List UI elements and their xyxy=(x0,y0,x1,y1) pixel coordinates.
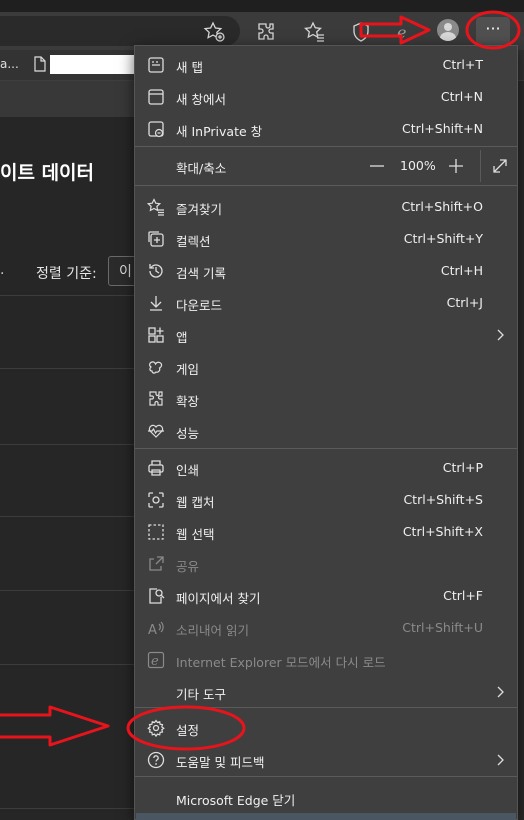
web-select-icon xyxy=(147,523,165,541)
zoom-level: 100% xyxy=(400,158,436,173)
menu-item-collections[interactable]: 컬렉션 Ctrl+Shift+Y xyxy=(135,223,517,255)
games-icon xyxy=(147,358,165,376)
page-header-bar xyxy=(0,81,136,117)
menu-item-more-tools[interactable]: 기타 도구 xyxy=(135,676,517,708)
menu-item-share[interactable]: 공유 xyxy=(135,548,517,580)
menu-item-favorites[interactable]: 즐겨찾기 Ctrl+Shift+O xyxy=(135,191,517,223)
menu-item-new-tab[interactable]: 새 탭 Ctrl+T xyxy=(135,49,517,81)
page-title: 이트 데이터 xyxy=(0,162,95,184)
menu-item-new-window[interactable]: 새 창에서 Ctrl+N xyxy=(135,81,517,113)
menu-separator xyxy=(135,776,517,777)
menu-item-help-feedback[interactable]: 도움말 및 피드백 xyxy=(135,744,517,776)
divider xyxy=(0,664,136,665)
find-icon xyxy=(147,587,165,605)
favorites-icon[interactable] xyxy=(303,20,327,44)
bookmark-item-redacted[interactable] xyxy=(50,55,136,74)
star-add-icon[interactable] xyxy=(202,20,226,44)
zoom-in-button[interactable] xyxy=(443,154,469,178)
page-icon xyxy=(33,56,47,72)
zoom-out-button[interactable] xyxy=(364,154,390,178)
menu-item-zoom: 확대/축소 100% xyxy=(135,150,517,182)
menu-item-close-edge[interactable]: Microsoft Edge 닫기 xyxy=(135,782,517,814)
more-button[interactable]: ··· xyxy=(476,17,510,45)
menu-item-performance[interactable]: 성능 xyxy=(135,415,517,447)
divider xyxy=(0,590,136,591)
divider xyxy=(0,444,136,445)
menu-item-settings[interactable]: 설정 xyxy=(135,712,517,744)
share-icon xyxy=(147,555,165,573)
menu-separator xyxy=(135,185,517,186)
menu-item-web-select[interactable]: 웹 선택 Ctrl+Shift+X xyxy=(135,516,517,548)
menu-item-extensions[interactable]: 확장 xyxy=(135,383,517,415)
divider xyxy=(0,808,136,809)
chevron-right-icon xyxy=(493,752,507,766)
menu-separator xyxy=(135,448,517,449)
menu-item-print[interactable]: 인쇄 Ctrl+P xyxy=(135,452,517,484)
menu-separator xyxy=(135,146,517,147)
avatar[interactable] xyxy=(437,19,459,41)
ie-mode-icon: e xyxy=(147,651,165,669)
edge-logo-icon[interactable]: e xyxy=(392,20,416,44)
apps-icon xyxy=(147,326,165,344)
page-text-fragment: . xyxy=(0,262,5,278)
menu-item-downloads[interactable]: 다운로드 Ctrl+J xyxy=(135,287,517,319)
new-tab-icon xyxy=(147,56,165,74)
history-icon xyxy=(147,262,165,280)
svg-text:e: e xyxy=(151,654,159,669)
extensions-icon[interactable] xyxy=(254,20,278,44)
menu-item-history[interactable]: 검색 기록 Ctrl+H xyxy=(135,255,517,287)
divider xyxy=(0,516,136,517)
menu-item-web-capture[interactable]: 웹 캡처 Ctrl+Shift+S xyxy=(135,484,517,516)
settings-icon xyxy=(147,719,165,737)
browser-essentials-icon[interactable] xyxy=(349,20,373,44)
collections-icon xyxy=(147,230,165,248)
divider xyxy=(0,295,136,296)
extensions-icon xyxy=(147,390,165,408)
download-icon xyxy=(147,294,165,312)
read-aloud-icon: A xyxy=(147,619,165,637)
more-icon: ··· xyxy=(485,19,501,38)
menu-item-read-aloud[interactable]: A 소리내어 읽기 Ctrl+Shift+U xyxy=(135,612,517,644)
chevron-right-icon xyxy=(493,327,507,341)
inprivate-icon xyxy=(147,120,165,138)
menu-item-ie-mode[interactable]: e Internet Explorer 모드에서 다시 로드 xyxy=(135,644,517,676)
bookmark-item[interactable]: a... xyxy=(0,57,19,71)
help-icon xyxy=(147,751,165,769)
title-bar-strip xyxy=(0,0,524,12)
svg-text:e: e xyxy=(397,23,406,42)
menu-separator xyxy=(135,707,517,708)
svg-text:A: A xyxy=(148,623,157,637)
sort-label: 정렬 기준: xyxy=(36,266,97,282)
taskbar-strip xyxy=(136,813,516,820)
web-capture-icon xyxy=(147,491,165,509)
performance-icon xyxy=(147,422,165,440)
chevron-right-icon xyxy=(493,684,507,698)
zoom-divider xyxy=(480,150,481,182)
divider xyxy=(0,368,136,369)
menu-item-games[interactable]: 게임 xyxy=(135,351,517,383)
web-page-content xyxy=(0,81,136,820)
menu-item-new-inprivate[interactable]: 새 InPrivate 창 Ctrl+Shift+N xyxy=(135,113,517,145)
menu-item-apps[interactable]: 앱 xyxy=(135,319,517,351)
menu-item-find-on-page[interactable]: 페이지에서 찾기 Ctrl+F xyxy=(135,580,517,612)
new-window-icon xyxy=(147,88,165,106)
favorites-icon xyxy=(147,198,165,216)
fullscreen-icon[interactable] xyxy=(487,154,513,178)
print-icon xyxy=(147,459,165,477)
